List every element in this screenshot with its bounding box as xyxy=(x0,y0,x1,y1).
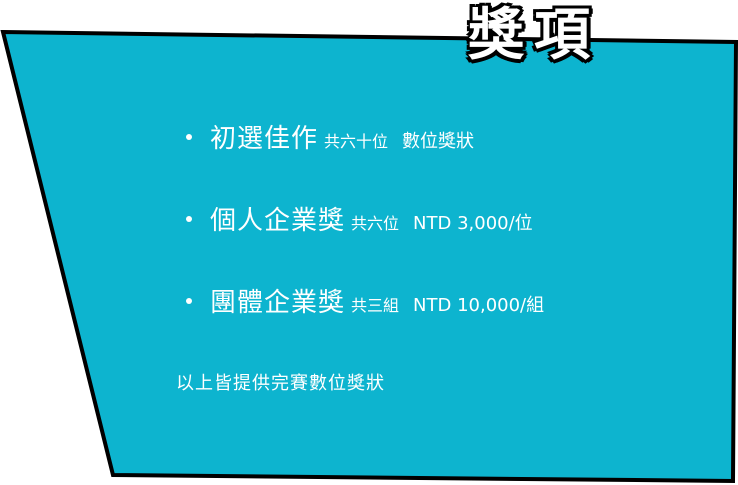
award-count: 共六十位 xyxy=(324,132,389,151)
bullet-icon xyxy=(186,134,192,140)
awards-card: 獎項 初選佳作 共六十位 數位獎狀 個人企業獎 共六位 NTD 3,000/位 … xyxy=(0,0,738,485)
award-prize: 數位獎狀 xyxy=(402,131,475,152)
bullet-icon xyxy=(186,216,192,222)
award-count: 共三組 xyxy=(351,296,400,315)
award-name: 初選佳作 xyxy=(210,124,319,154)
awards-title: 獎項 xyxy=(467,2,600,70)
award-list: 初選佳作 共六十位 數位獎狀 個人企業獎 共六位 NTD 3,000/位 團體企… xyxy=(186,118,544,364)
bullet-icon xyxy=(186,298,192,304)
award-item-preliminary: 初選佳作 共六十位 數位獎狀 xyxy=(186,118,544,160)
award-item-team: 團體企業獎 共三組 NTD 10,000/組 xyxy=(186,282,544,324)
award-name: 團體企業獎 xyxy=(210,288,346,318)
award-item-individual: 個人企業獎 共六位 NTD 3,000/位 xyxy=(186,200,544,242)
certificate-footnote: 以上皆提供完賽數位獎狀 xyxy=(176,373,385,394)
award-prize: NTD 10,000/組 xyxy=(413,295,545,316)
award-prize: NTD 3,000/位 xyxy=(413,213,533,234)
award-count: 共六位 xyxy=(351,214,400,233)
award-name: 個人企業獎 xyxy=(210,206,346,236)
